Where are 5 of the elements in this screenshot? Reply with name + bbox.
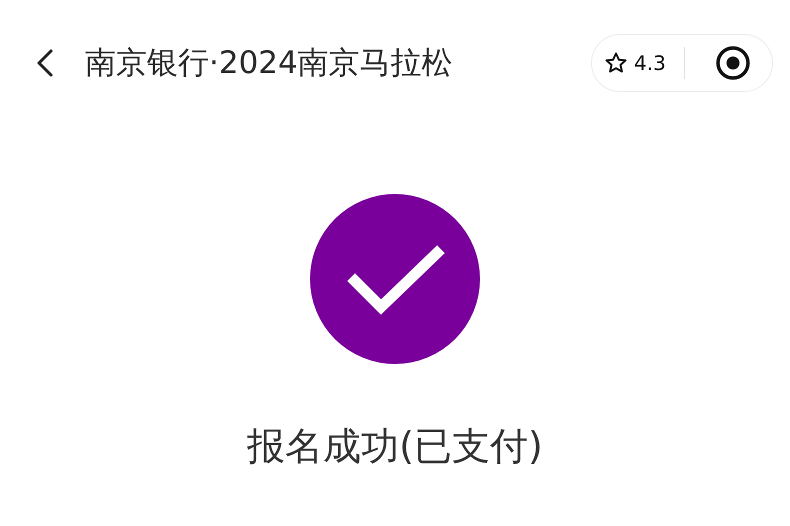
page-title: 南京银行·2024南京马拉松: [85, 44, 454, 83]
rating-value[interactable]: 4.3: [634, 51, 666, 75]
star-icon: [604, 51, 628, 75]
target-icon[interactable]: [715, 45, 751, 81]
status-text: 报名成功(已支付): [247, 423, 543, 470]
